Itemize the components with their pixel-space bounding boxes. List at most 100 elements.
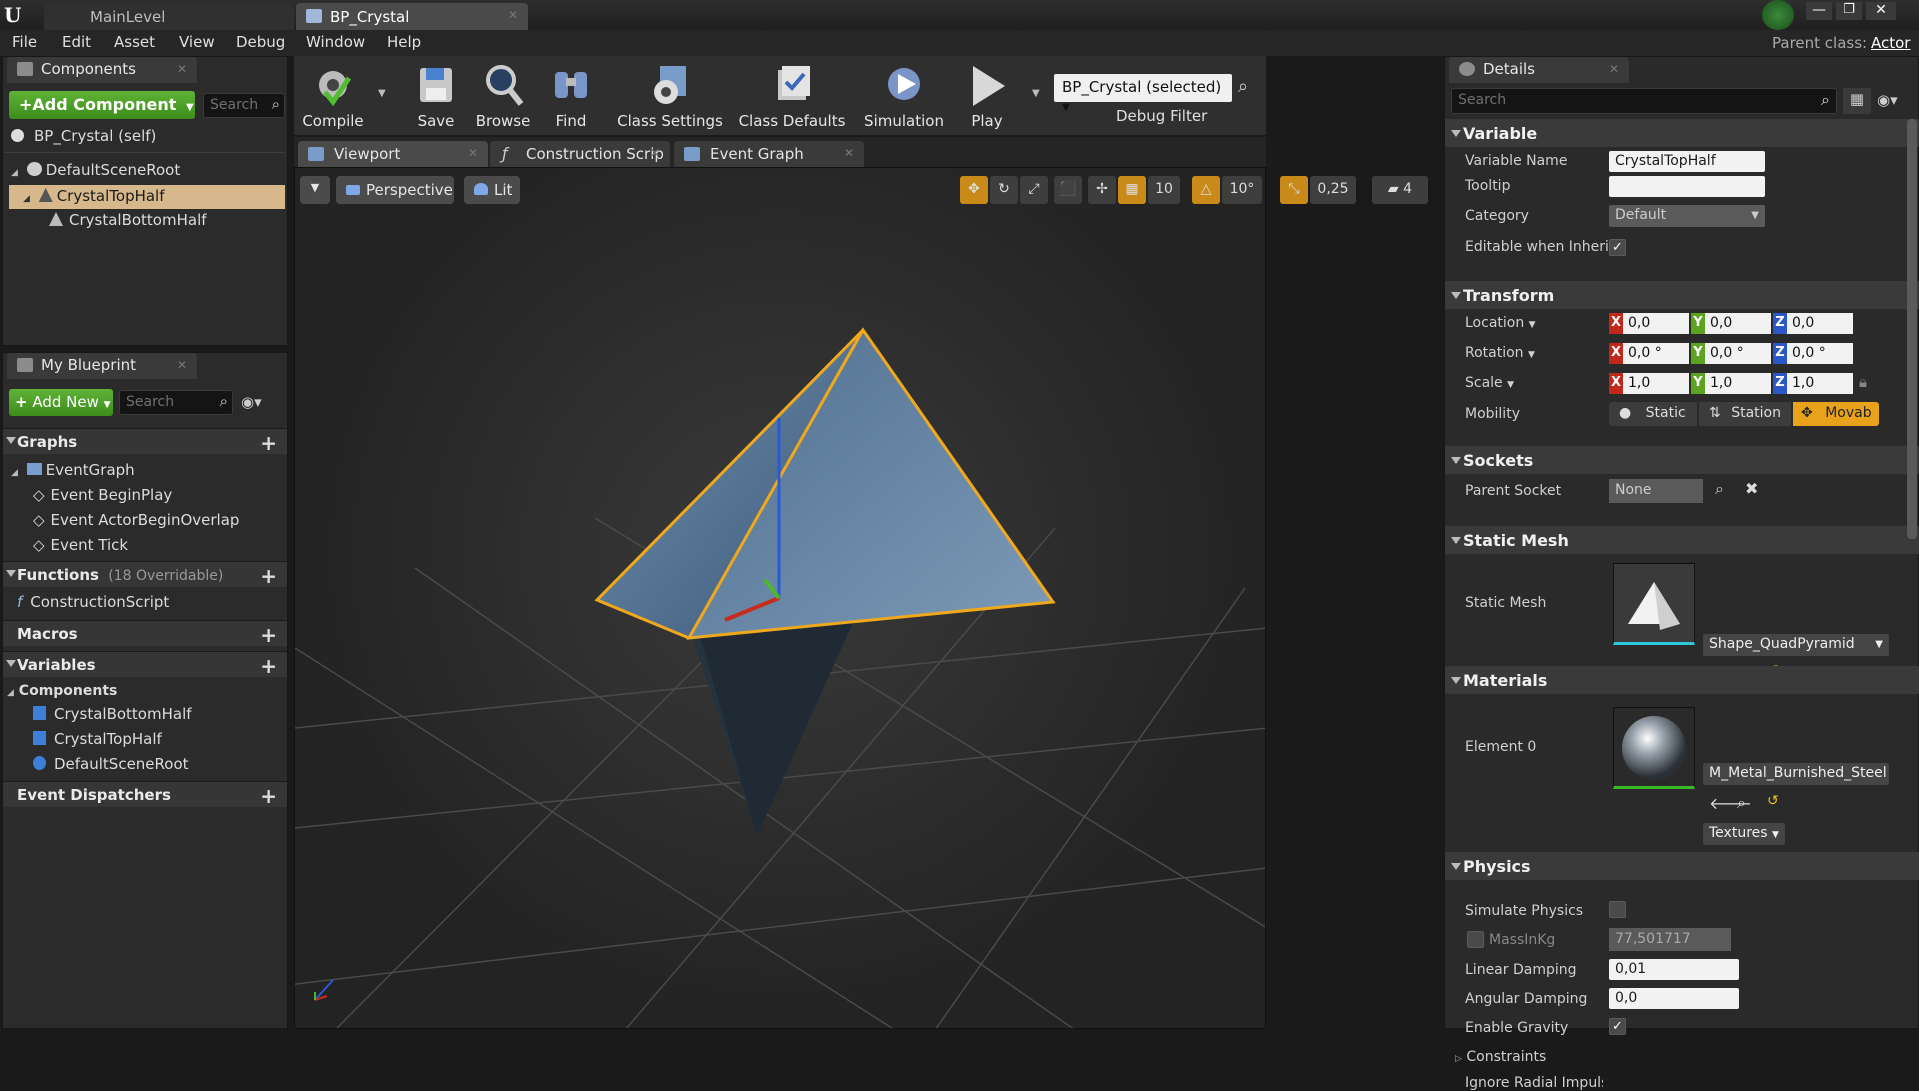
unreal-logo-icon[interactable]: U — [4, 3, 26, 27]
menu-window[interactable]: Window — [306, 33, 365, 51]
class-settings-button[interactable]: Class Settings — [612, 56, 728, 136]
add-component-button[interactable]: +Add Component ▼ — [9, 91, 195, 119]
tree-item-crystaltophalf[interactable]: ◢ CrystalTopHalf — [9, 185, 285, 209]
scale-x-input[interactable]: 1,0 — [1623, 373, 1689, 394]
scale-y-input[interactable]: 1,0 — [1705, 373, 1771, 394]
menu-asset[interactable]: Asset — [114, 33, 155, 51]
variable-section-header[interactable]: Variable — [1445, 119, 1919, 147]
add-dispatcher-icon[interactable]: + — [260, 784, 277, 808]
event-actorbeginoverlap[interactable]: ◇ Event ActorBeginOverlap — [33, 511, 239, 529]
class-defaults-button[interactable]: Class Defaults — [734, 56, 850, 136]
property-matrix-icon[interactable]: ▦ — [1843, 88, 1871, 114]
self-item[interactable]: BP_Crystal (self) — [11, 127, 156, 145]
viewport-options-button[interactable]: ▼ — [300, 176, 330, 204]
my-blueprint-tab[interactable]: My Blueprint ✕ — [7, 353, 197, 379]
tab-construction-script[interactable]: ƒ Construction Scrip ✕ — [490, 141, 670, 167]
close-icon[interactable]: ✕ — [177, 358, 187, 372]
component-var-defaultsceneroot[interactable]: DefaultSceneRoot — [33, 755, 189, 773]
material-select[interactable]: M_Metal_Burnished_Steel — [1703, 763, 1889, 785]
mass-override-checkbox[interactable] — [1467, 931, 1484, 948]
compile-button[interactable]: Compile — [300, 56, 366, 136]
event-tick[interactable]: ◇ Event Tick — [33, 536, 128, 554]
perspective-button[interactable]: Perspective — [336, 176, 454, 204]
crystal-mesh[interactable] — [295, 168, 1266, 1029]
transform-section-header[interactable]: Transform — [1445, 281, 1919, 309]
lit-button[interactable]: Lit — [464, 176, 520, 204]
tab-event-graph[interactable]: Event Graph ✕ — [674, 141, 864, 167]
play-options-dropdown[interactable]: ▼ — [1032, 88, 1040, 99]
menu-view[interactable]: View — [179, 33, 215, 51]
close-window-button[interactable]: ✕ — [1866, 2, 1896, 20]
browse-button[interactable]: Browse — [472, 56, 534, 136]
rotate-tool-button[interactable]: ↻ — [990, 176, 1018, 204]
close-icon[interactable]: ✕ — [177, 62, 187, 76]
location-z-input[interactable]: 0,0 — [1787, 313, 1853, 334]
scale-snap-value[interactable]: 0,25 — [1310, 176, 1356, 204]
rotation-label[interactable]: Rotation ▼ — [1465, 345, 1535, 361]
debug-object-select[interactable]: BP_Crystal (selected) ▼ — [1054, 74, 1232, 113]
save-button[interactable]: Save — [406, 56, 466, 136]
close-icon[interactable]: ✕ — [468, 146, 478, 160]
translate-tool-button[interactable]: ✥ — [960, 176, 988, 204]
add-macro-icon[interactable]: + — [260, 623, 277, 647]
location-label[interactable]: Location ▼ — [1465, 315, 1536, 331]
scale-label[interactable]: Scale ▼ — [1465, 375, 1514, 391]
add-function-icon[interactable]: + — [260, 564, 277, 588]
components-search-input[interactable]: Search ⌕ — [203, 93, 285, 118]
simulate-physics-checkbox[interactable] — [1609, 901, 1626, 918]
clear-socket-icon[interactable]: ✖ — [1745, 479, 1758, 498]
grid-snap-value[interactable]: 10 — [1148, 176, 1180, 204]
tree-item-defaultsceneroot[interactable]: ◢ DefaultSceneRoot — [11, 161, 180, 179]
camera-speed-button[interactable]: ▰ 4 — [1372, 176, 1428, 204]
component-var-crystalbottomhalf[interactable]: CrystalBottomHalf — [33, 705, 192, 723]
location-y-input[interactable]: 0,0 — [1705, 313, 1771, 334]
macros-section-header[interactable]: Macros + — [3, 620, 287, 647]
mobility-static-button[interactable]: ● Static — [1609, 402, 1697, 426]
menu-edit[interactable]: Edit — [62, 33, 91, 51]
components-subheader[interactable]: ◢ Components — [7, 683, 117, 699]
rotation-snap-toggle[interactable]: △ — [1192, 176, 1220, 204]
visibility-eye-icon[interactable]: ◉▾ — [241, 393, 262, 411]
menu-file[interactable]: File — [12, 33, 37, 51]
static-mesh-thumbnail[interactable] — [1613, 563, 1695, 645]
add-new-button[interactable]: + Add New ▼ — [9, 389, 113, 416]
constraints-label[interactable]: ▷ Constraints — [1455, 1049, 1546, 1065]
minimize-button[interactable]: — — [1806, 2, 1832, 20]
variable-name-input[interactable]: CrystalTopHalf — [1609, 151, 1765, 172]
event-beginplay[interactable]: ◇ Event BeginPlay — [33, 486, 172, 504]
location-x-input[interactable]: 0,0 — [1623, 313, 1689, 334]
parent-socket-input[interactable]: None — [1609, 479, 1703, 503]
tab-bp-crystal[interactable]: BP_Crystal ✕ — [296, 3, 528, 30]
tree-item-crystalbottomhalf[interactable]: CrystalBottomHalf — [49, 211, 207, 229]
scale-snap-toggle[interactable]: ⤡ — [1280, 176, 1308, 204]
simulation-button[interactable]: Simulation — [862, 56, 946, 136]
linear-damping-input[interactable]: 0,01 — [1609, 959, 1739, 980]
rotation-y-input[interactable]: 0,0 ° — [1705, 343, 1771, 364]
material-thumbnail[interactable] — [1613, 707, 1695, 789]
close-icon[interactable]: ✕ — [844, 146, 854, 160]
angular-damping-input[interactable]: 0,0 — [1609, 988, 1739, 1009]
scale-tool-button[interactable]: ⤢ — [1020, 176, 1048, 204]
menu-help[interactable]: Help — [387, 33, 421, 51]
details-scrollbar[interactable] — [1907, 119, 1917, 539]
physics-section-header[interactable]: Physics — [1445, 852, 1919, 880]
textures-dropdown[interactable]: Textures ▼ — [1703, 823, 1785, 845]
debug-search-icon[interactable]: ⌕ — [1238, 76, 1248, 97]
components-tab[interactable]: Components ✕ — [7, 57, 197, 83]
variables-section-header[interactable]: Variables + — [3, 651, 287, 678]
static-mesh-section-header[interactable]: Static Mesh — [1445, 526, 1919, 554]
materials-section-header[interactable]: Materials — [1445, 666, 1919, 694]
compile-options-dropdown[interactable]: ▼ — [378, 88, 386, 99]
mobility-movable-button[interactable]: ✥ Movab — [1793, 402, 1879, 426]
close-icon[interactable]: ✕ — [508, 8, 518, 22]
close-icon[interactable]: ✕ — [650, 146, 660, 160]
rotation-z-input[interactable]: 0,0 ° — [1787, 343, 1853, 364]
close-icon[interactable]: ✕ — [1609, 62, 1619, 76]
details-tab[interactable]: Details ✕ — [1449, 57, 1629, 83]
surface-snap-button[interactable]: ✢ — [1088, 176, 1116, 204]
component-var-crystaltophalf[interactable]: CrystalTopHalf — [33, 730, 162, 748]
parent-class-link[interactable]: Actor — [1871, 34, 1910, 52]
rotation-snap-value[interactable]: 10° — [1222, 176, 1262, 204]
static-mesh-select[interactable]: Shape_QuadPyramid ▼ — [1703, 634, 1889, 656]
add-variable-icon[interactable]: + — [260, 654, 277, 678]
